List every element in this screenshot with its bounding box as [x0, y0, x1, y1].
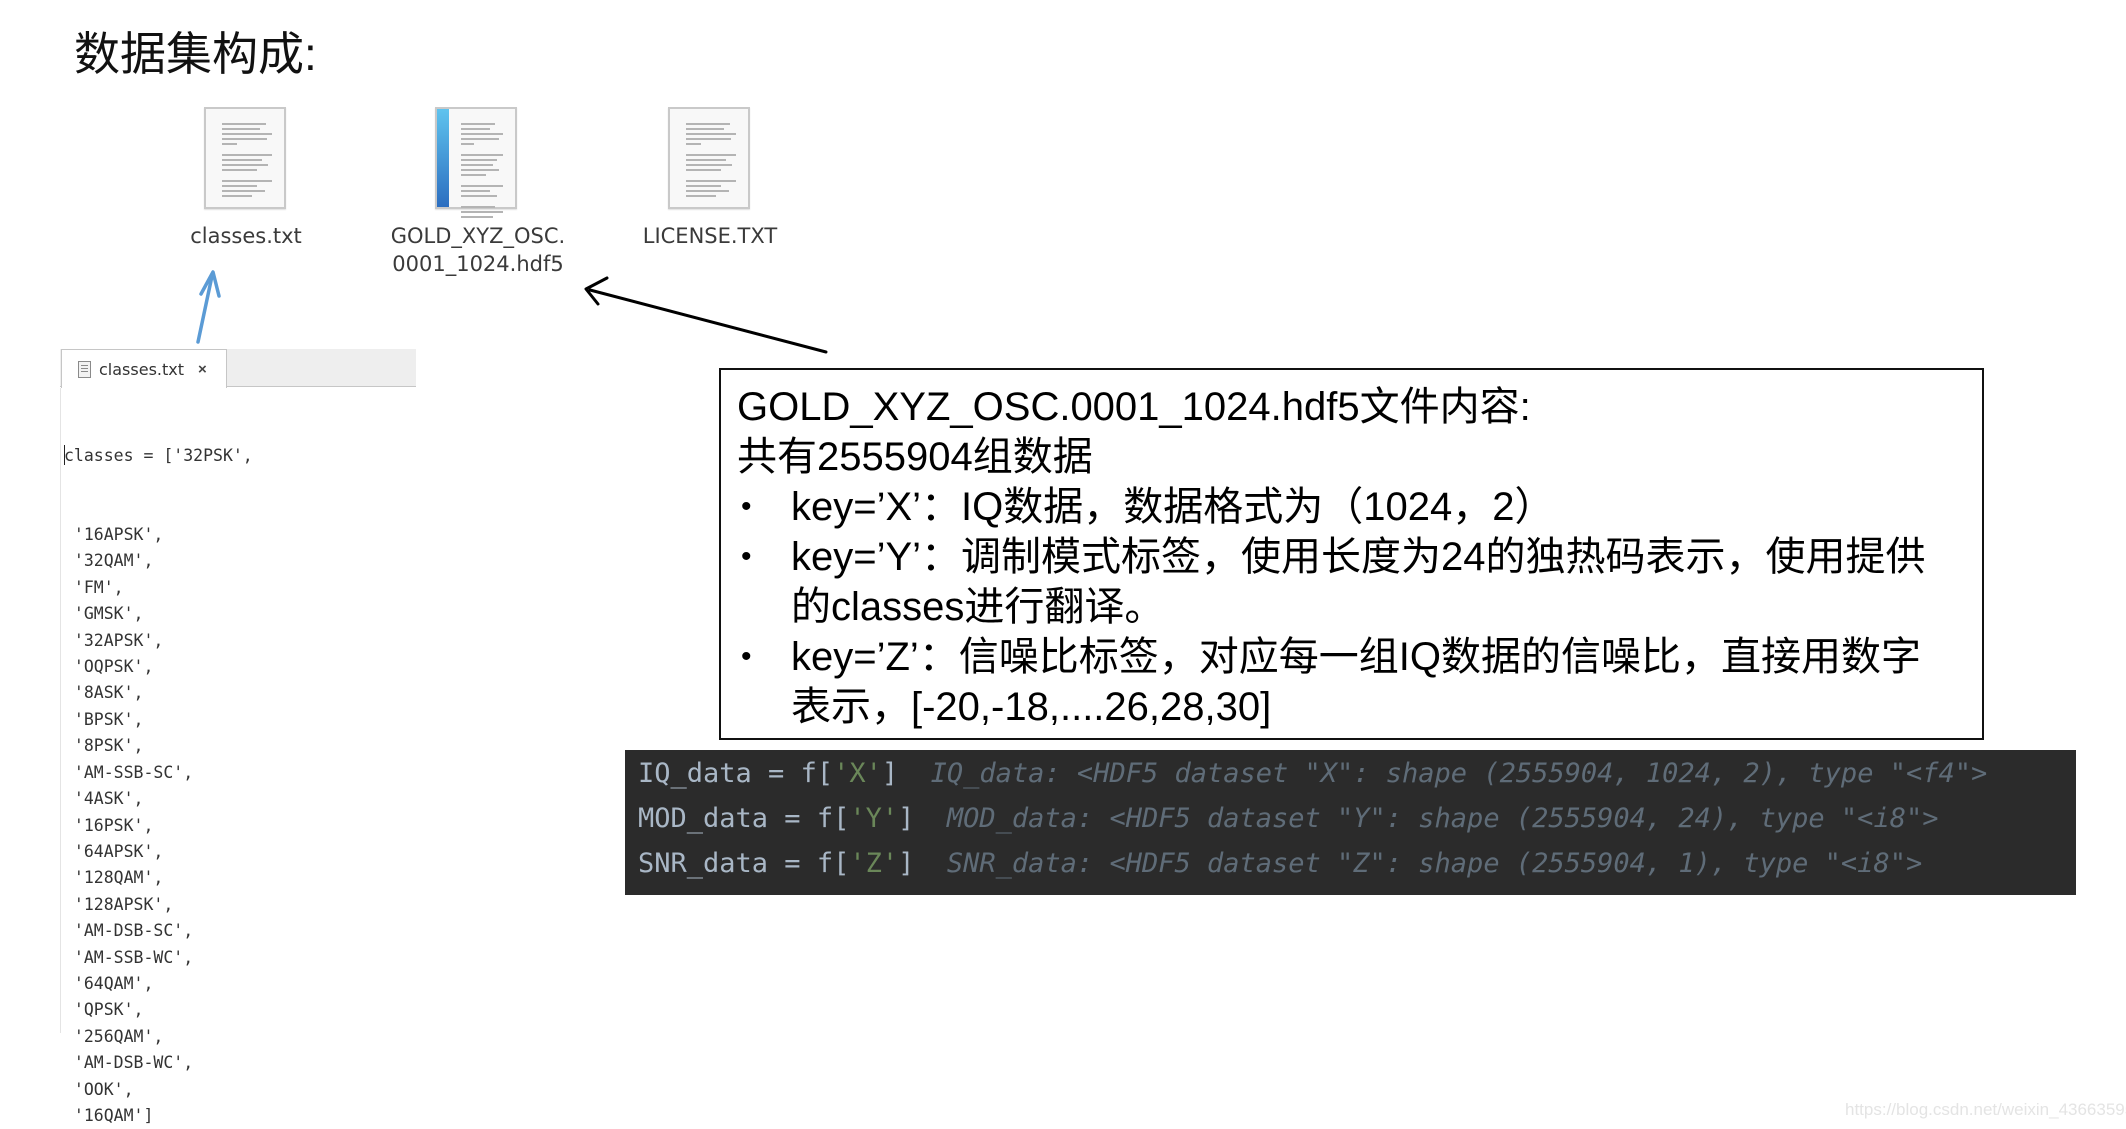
code-line: '32APSK', — [64, 630, 164, 650]
code-line: '16PSK', — [64, 815, 154, 835]
code-bracket: ] — [881, 758, 899, 789]
file-label-license[interactable]: LICENSE.TXT — [610, 222, 810, 250]
code-line: '4ASK', — [64, 789, 144, 809]
variable-name: SNR_data — [638, 848, 769, 879]
code-line: 'AM-SSB-WC', — [64, 947, 194, 967]
inline-value-hint: SNR_data: <HDF5 dataset "Z": shape (2555… — [914, 848, 1923, 879]
code-line: 'AM-DSB-WC', — [64, 1053, 194, 1073]
bullet-line: 的classes进行翻译。 — [791, 585, 1165, 629]
code-operator: = f[ — [768, 803, 850, 834]
code-line: '128QAM', — [64, 868, 164, 888]
editor-code: classes = ['32PSK', '16APSK', '32QAM', '… — [64, 390, 253, 1129]
info-heading: GOLD_XYZ_OSC.0001_1024.hdf5文件内容: — [737, 385, 1531, 429]
code-line-text: classes = ['32PSK', — [64, 445, 253, 465]
tab-label: classes.txt — [99, 359, 184, 379]
code-line: '128APSK', — [64, 894, 174, 914]
page-title: 数据集构成: — [74, 28, 317, 80]
code-line: '256QAM', — [64, 1026, 164, 1046]
bullet-icon: • — [741, 640, 752, 673]
bullet-icon: • — [741, 490, 752, 523]
hdf5-info-box: GOLD_XYZ_OSC.0001_1024.hdf5文件内容: 共有25559… — [719, 368, 1984, 740]
dataset-key: 'X' — [833, 758, 882, 789]
code-line: '32QAM', — [64, 551, 154, 571]
bullet-line: key=’X’：IQ数据，数据格式为（1024，2） — [791, 485, 1555, 529]
code-line: '8PSK', — [64, 736, 144, 756]
document-lines-icon — [461, 123, 503, 221]
code-bracket: ] — [898, 848, 915, 879]
code-row: MOD_data = f['Y'] MOD_data: <HDF5 datase… — [638, 796, 1938, 841]
code-line: '16APSK', — [64, 525, 164, 545]
hdf5-file-icon[interactable] — [435, 107, 517, 218]
dataset-key: 'Z' — [849, 848, 899, 879]
code-output-panel: IQ_data = f['X'] IQ_data: <HDF5 dataset … — [625, 750, 2076, 895]
file-stripe — [437, 109, 449, 207]
file-label-line: 0001_1024.hdf5 — [392, 252, 564, 276]
code-line: 'GMSK', — [64, 604, 144, 624]
info-bullet: • key=’Y’：调制模式标签，使用长度为24的独热码表示，使用提供 的class… — [737, 532, 1962, 632]
code-line: '64QAM', — [64, 973, 154, 993]
code-line: 'OOK', — [64, 1079, 134, 1099]
document-lines-icon — [222, 123, 272, 200]
file-label-hdf5[interactable]: GOLD_XYZ_OSC. 0001_1024.hdf5 — [376, 222, 580, 278]
classes-file-icon[interactable] — [204, 107, 286, 209]
license-file-icon[interactable] — [668, 107, 750, 209]
close-icon[interactable]: × — [198, 361, 207, 378]
code-line: '64APSK', — [64, 841, 164, 861]
code-line: 'AM-SSB-SC', — [64, 762, 194, 782]
file-label-line: LICENSE.TXT — [642, 224, 778, 248]
document-lines-icon — [686, 123, 736, 200]
text-editor[interactable]: classes = ['32PSK', '16APSK', '32QAM', '… — [60, 388, 416, 1125]
inline-value-hint: MOD_data: <HDF5 dataset "Y": shape (2555… — [914, 803, 1939, 834]
code-line: '16QAM'] — [64, 1105, 154, 1125]
text-file-icon — [78, 360, 91, 378]
tab-classes-txt[interactable]: classes.txt × — [61, 349, 227, 388]
watermark: https://blog.csdn.net/weixin_43663595 — [1845, 1100, 2126, 1119]
variable-name: MOD_data — [638, 803, 769, 834]
info-count: 共有2555904组数据 — [737, 435, 1093, 479]
code-line: '8ASK', — [64, 683, 144, 703]
info-bullet: • key=’Z’：信噪比标签，对应每一组IQ数据的信噪比，直接用数字 表示，[-2… — [737, 632, 1962, 732]
dataset-key: 'Y' — [849, 803, 899, 834]
variable-name: IQ_data — [638, 758, 752, 789]
file-label-classes[interactable]: classes.txt — [146, 222, 346, 250]
file-label-line: GOLD_XYZ_OSC. — [390, 224, 566, 248]
bullet-line: key=’Y’：调制模式标签，使用长度为24的独热码表示，使用提供 — [791, 535, 1926, 579]
code-operator: = f[ — [751, 758, 834, 789]
code-line: 'BPSK', — [64, 709, 144, 729]
code-row: IQ_data = f['X'] IQ_data: <HDF5 dataset … — [638, 751, 1987, 796]
black-arrow-to-hdf5 — [584, 276, 828, 354]
blue-arrow-to-classes — [196, 270, 221, 344]
code-line: 'OQPSK', — [64, 657, 154, 677]
inline-value-hint: IQ_data: <HDF5 dataset "X": shape (25559… — [898, 758, 1988, 789]
code-row: SNR_data = f['Z'] SNR_data: <HDF5 datase… — [638, 841, 1922, 886]
code-line: 'AM-DSB-SC', — [64, 921, 194, 941]
bullet-line: 表示，[-20,-18,....26,28,30] — [791, 685, 1272, 729]
code-line: 'QPSK', — [64, 1000, 144, 1020]
info-bullet: • key=’X’：IQ数据，数据格式为（1024，2） — [737, 482, 1962, 532]
code-line: 'FM', — [64, 577, 124, 597]
bullet-line: key=’Z’：信噪比标签，对应每一组IQ数据的信噪比，直接用数字 — [791, 635, 1922, 679]
code-bracket: ] — [898, 803, 915, 834]
bullet-icon: • — [741, 540, 752, 573]
file-label-line: classes.txt — [190, 224, 302, 248]
code-operator: = f[ — [768, 848, 850, 879]
code-line: classes = ['32PSK', — [64, 443, 253, 469]
